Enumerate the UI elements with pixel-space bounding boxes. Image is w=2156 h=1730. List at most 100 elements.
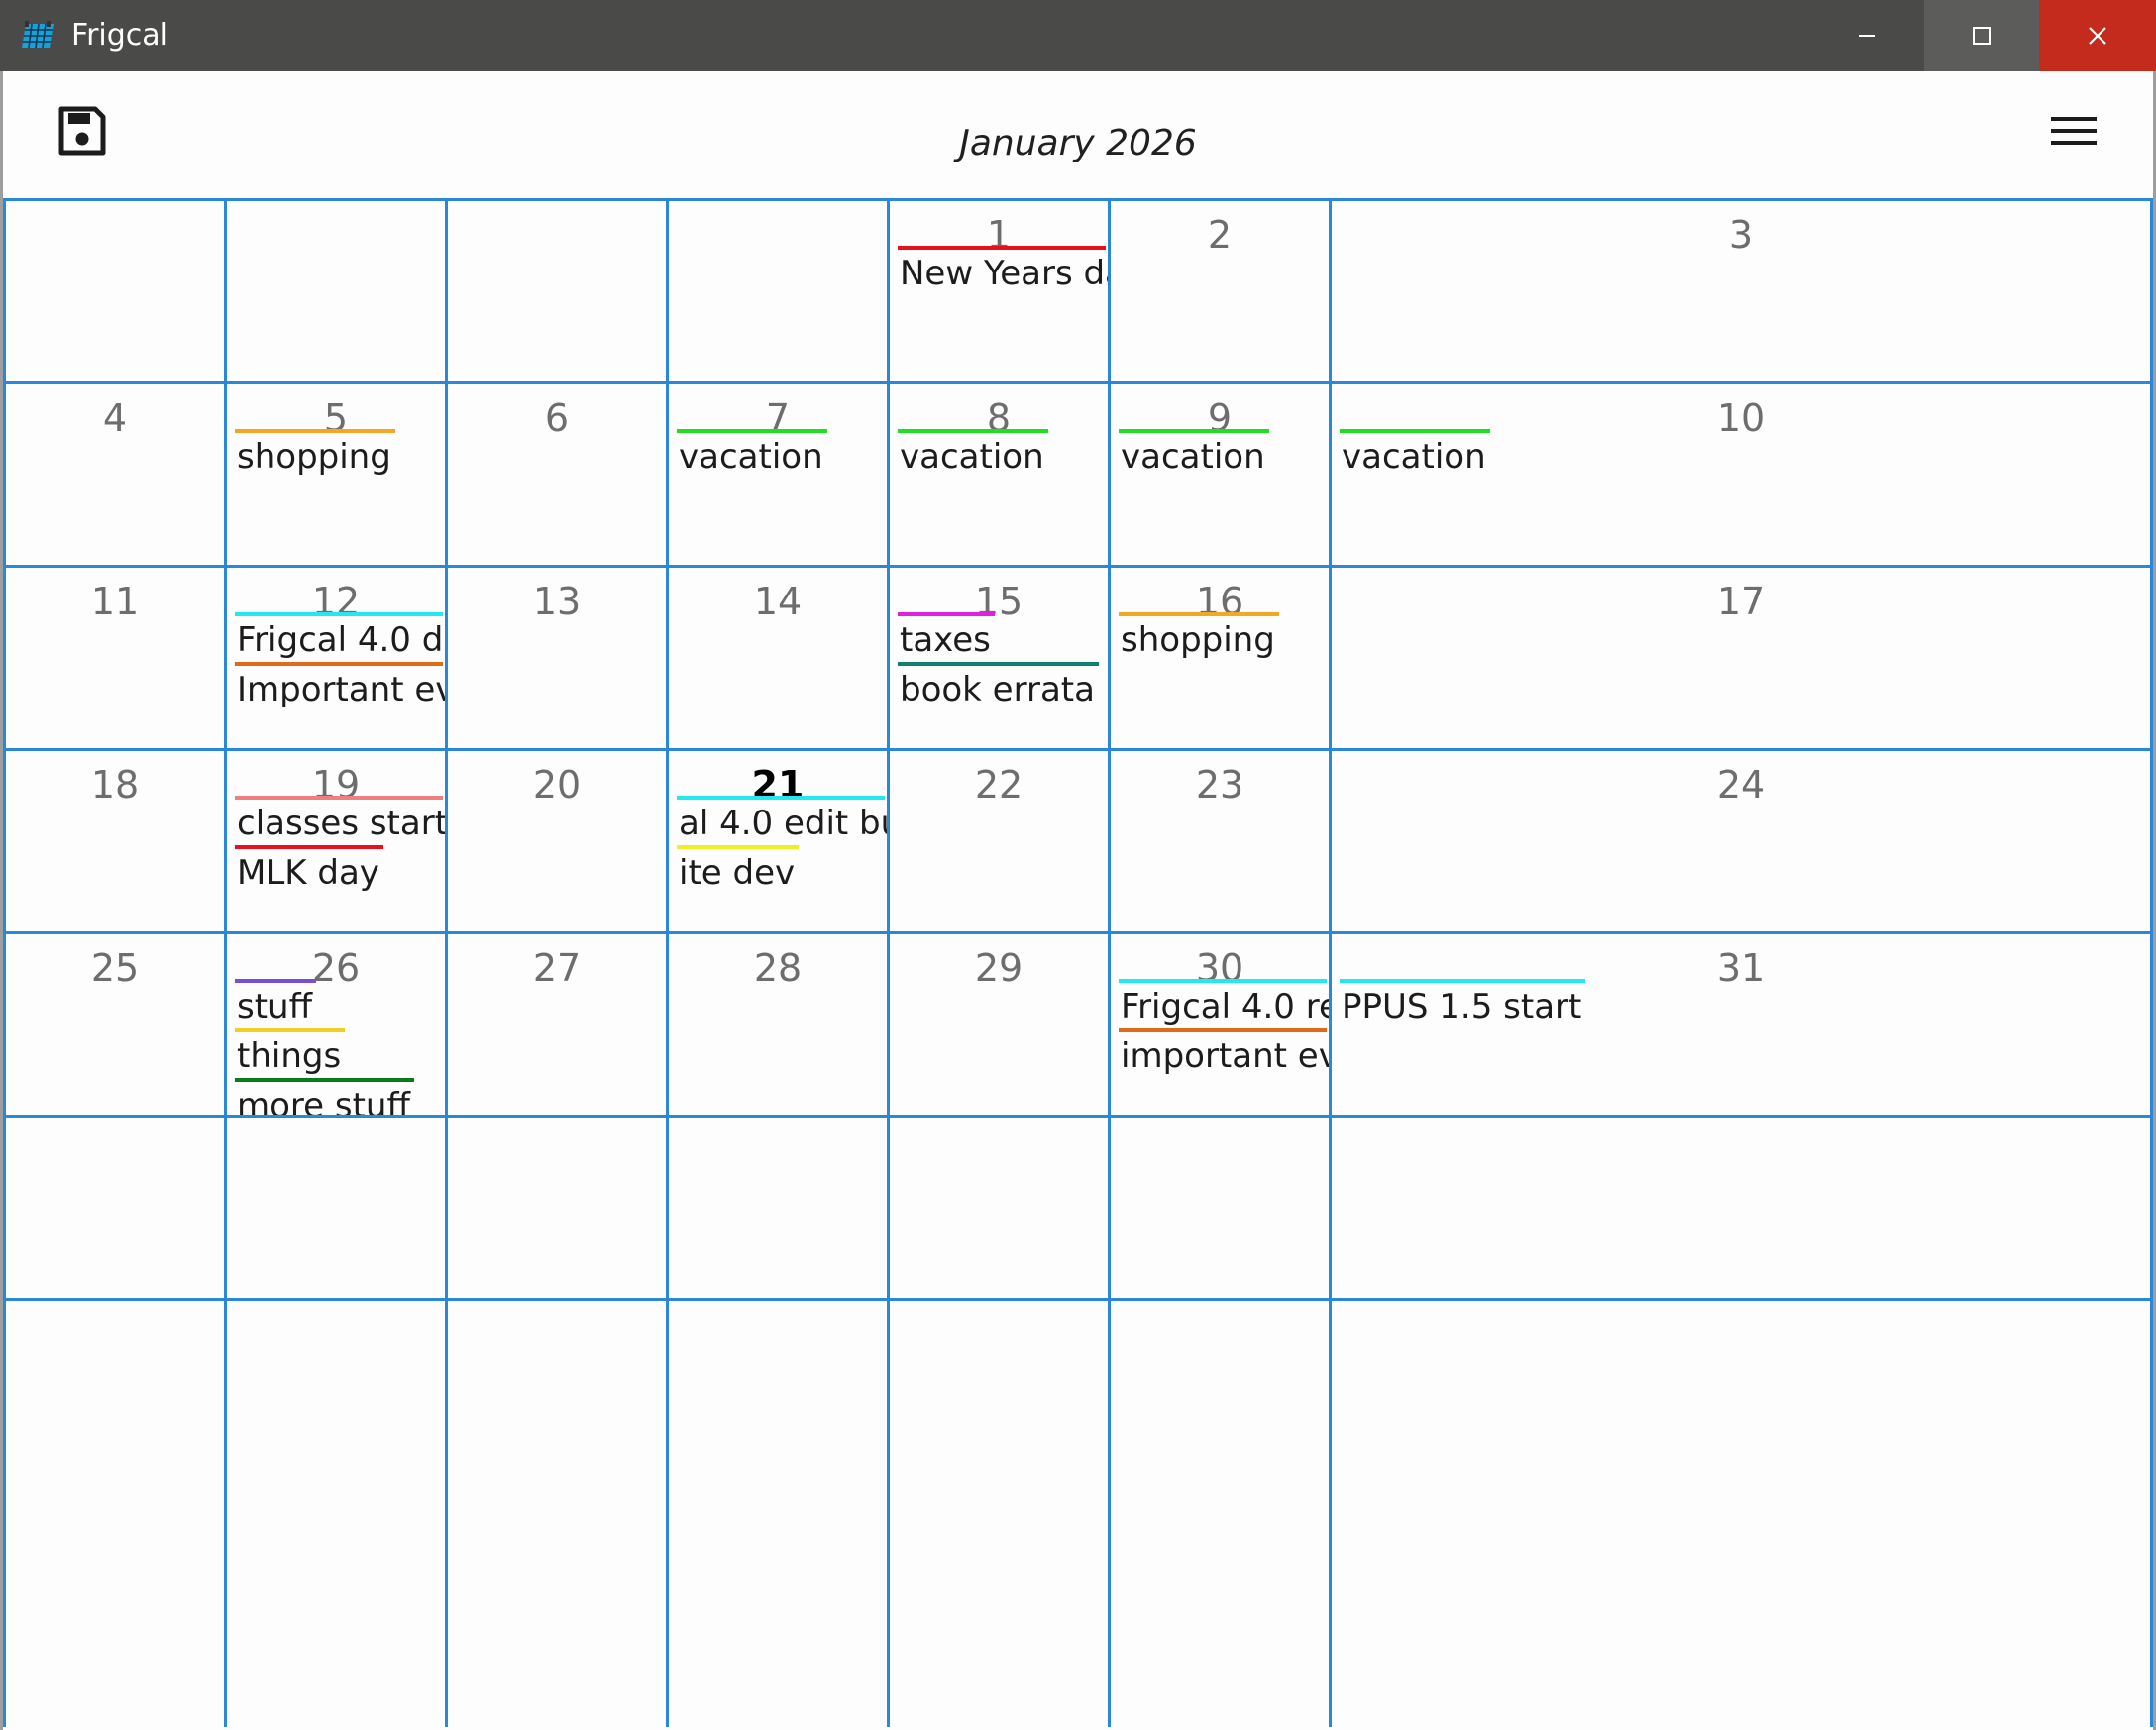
day-cell[interactable] xyxy=(6,201,224,381)
day-cell[interactable]: 9 vacation xyxy=(1111,384,1329,565)
minimize-button[interactable] xyxy=(1809,0,1924,71)
day-cell[interactable]: 1New Years day xyxy=(890,201,1108,381)
grid-line-horizontal xyxy=(3,1115,2153,1118)
event-bubble[interactable]: book errata xyxy=(898,662,1106,711)
day-cell[interactable]: 10 vacation xyxy=(1332,384,2150,565)
event-bubble[interactable]: Important event xyxy=(235,662,445,711)
day-number: 22 xyxy=(974,763,1024,807)
grid-line-horizontal xyxy=(3,748,2153,751)
day-cell[interactable]: 24 xyxy=(1332,751,2150,931)
event-bubble[interactable]: MLK day xyxy=(235,845,443,895)
frigcal-calendar-icon xyxy=(22,21,54,49)
day-cell[interactable]: 29 xyxy=(890,934,1108,1115)
day-cell[interactable] xyxy=(448,1118,666,1298)
grid-line-vertical xyxy=(2150,198,2153,1727)
event-color-bar xyxy=(1119,1028,1327,1032)
day-cell[interactable]: 6 xyxy=(448,384,666,565)
day-cell[interactable] xyxy=(890,1118,1108,1298)
day-number: 13 xyxy=(532,580,582,623)
day-cell[interactable] xyxy=(227,201,445,381)
main-menu-button[interactable] xyxy=(2049,111,2099,151)
day-cell[interactable] xyxy=(669,201,887,381)
day-cell[interactable]: 15 taxes book errata xyxy=(890,568,1108,748)
event-bubble[interactable]: PPUS 1.5 start xyxy=(1340,979,2148,1028)
close-button[interactable] xyxy=(2039,0,2156,71)
event-label: classes start xyxy=(237,804,445,843)
event-bubble[interactable]: shopping xyxy=(1119,612,1327,662)
day-cell[interactable]: 13 xyxy=(448,568,666,748)
event-bubble[interactable]: classes start xyxy=(235,796,445,845)
day-cell[interactable]: 26 stuff things more stuff xyxy=(227,934,445,1115)
day-cell[interactable]: 20 xyxy=(448,751,666,931)
event-bubble[interactable]: Frigcal 4.0 demo xyxy=(235,612,445,662)
day-cell[interactable]: 14 xyxy=(669,568,887,748)
event-bubble[interactable]: vacation xyxy=(898,429,1106,479)
event-bubble[interactable]: New Years day xyxy=(898,246,1108,295)
grid-line-horizontal xyxy=(3,565,2153,568)
event-color-bar xyxy=(1119,979,1327,983)
event-bubble[interactable]: important event xyxy=(1119,1028,1329,1078)
day-cell[interactable]: 28 xyxy=(669,934,887,1115)
event-label: vacation xyxy=(679,437,823,477)
event-bubble[interactable]: ite dev xyxy=(677,845,885,895)
grid-line-vertical xyxy=(666,198,669,1727)
event-color-bar xyxy=(235,796,443,800)
day-cell[interactable] xyxy=(1332,1118,2150,1298)
event-label: shopping xyxy=(237,437,391,477)
event-bubble[interactable]: things xyxy=(235,1028,443,1078)
event-bubble[interactable]: vacation xyxy=(1340,429,2148,479)
day-cell[interactable]: 3 xyxy=(1332,201,2150,381)
day-number: 24 xyxy=(1716,763,1766,807)
event-bubble[interactable]: vacation xyxy=(1119,429,1327,479)
day-number: 25 xyxy=(90,946,140,990)
event-label: things xyxy=(237,1036,342,1076)
day-cell[interactable]: 17 xyxy=(1332,568,2150,748)
event-label: more stuff xyxy=(237,1086,410,1115)
close-icon xyxy=(2089,27,2106,45)
day-cell[interactable]: 25 xyxy=(6,934,224,1115)
event-color-bar xyxy=(235,979,316,983)
day-cell[interactable]: 27 xyxy=(448,934,666,1115)
day-cell[interactable]: 31 PPUS 1.5 start xyxy=(1332,934,2150,1115)
event-bubble[interactable]: vacation xyxy=(677,429,885,479)
day-cell[interactable]: 21al 4.0 edit bubblesite dev xyxy=(669,751,887,931)
day-cell[interactable] xyxy=(227,1118,445,1298)
hamburger-menu-icon xyxy=(2051,117,2097,145)
day-cell[interactable]: 19 classes start MLK day xyxy=(227,751,445,931)
event-bubble[interactable]: shopping xyxy=(235,429,443,479)
event-label: PPUS 1.5 start xyxy=(1342,987,1582,1027)
event-label: stuff xyxy=(237,987,313,1027)
day-cell[interactable]: 16 shopping xyxy=(1111,568,1329,748)
day-cell[interactable]: 11 xyxy=(6,568,224,748)
day-cell[interactable]: 4 xyxy=(6,384,224,565)
maximize-icon xyxy=(1973,27,1991,45)
day-cell[interactable]: 12Frigcal 4.0 demoImportant event xyxy=(227,568,445,748)
event-bubble[interactable]: taxes xyxy=(898,612,1106,662)
grid-line-vertical xyxy=(1108,198,1111,1727)
maximize-button[interactable] xyxy=(1924,0,2039,71)
event-color-bar xyxy=(898,612,995,616)
minimize-icon xyxy=(1859,35,1875,37)
day-cell[interactable]: 30Frigcal 4.0 releaseimportant event xyxy=(1111,934,1329,1115)
event-color-bar xyxy=(1340,429,1490,433)
day-cell[interactable]: 22 xyxy=(890,751,1108,931)
day-cell[interactable] xyxy=(448,201,666,381)
day-number: 3 xyxy=(1728,213,1754,257)
day-cell[interactable]: 8 vacation xyxy=(890,384,1108,565)
event-bubble[interactable]: stuff xyxy=(235,979,443,1028)
day-cell[interactable]: 23 xyxy=(1111,751,1329,931)
day-cell[interactable]: 18 xyxy=(6,751,224,931)
event-bubble[interactable]: more stuff xyxy=(235,1078,443,1115)
day-cell[interactable]: 2 xyxy=(1111,201,1329,381)
day-number: 29 xyxy=(974,946,1024,990)
day-cell[interactable] xyxy=(669,1118,887,1298)
event-label: New Years day xyxy=(900,254,1108,293)
grid-line-vertical xyxy=(3,198,6,1727)
event-bubble[interactable]: al 4.0 edit bubbles xyxy=(677,796,887,845)
day-cell[interactable] xyxy=(6,1118,224,1298)
event-label: vacation xyxy=(1121,437,1265,477)
day-cell[interactable]: 5 shopping xyxy=(227,384,445,565)
event-bubble[interactable]: Frigcal 4.0 release xyxy=(1119,979,1329,1028)
day-cell[interactable]: 7 vacation xyxy=(669,384,887,565)
day-cell[interactable] xyxy=(1111,1118,1329,1298)
